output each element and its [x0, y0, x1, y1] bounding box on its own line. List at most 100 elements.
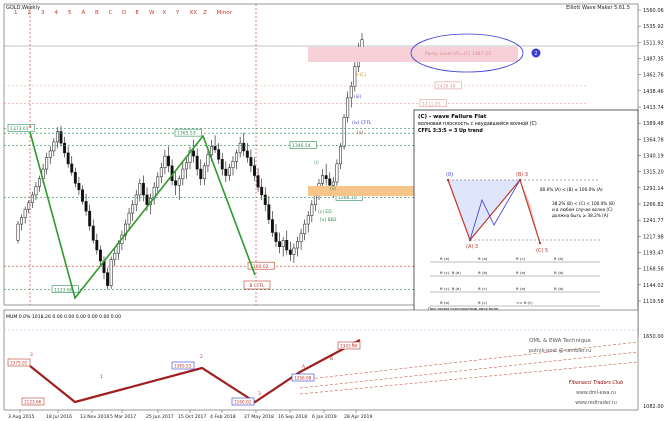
price-tick-label: 1217.98: [643, 234, 664, 240]
price-tick-label: 1291.14: [643, 186, 664, 192]
candle-body: [296, 241, 299, 249]
schematic-rule: 38.2% (B) < (C) < 100.0% (B): [552, 201, 615, 206]
fib-cell: ft (c): [516, 256, 526, 261]
candle-body: [224, 168, 228, 176]
candle-body: [199, 168, 203, 180]
wave-label: a: [28, 124, 31, 130]
wave-degree-label: W: [149, 10, 155, 16]
candle-body: [131, 204, 135, 214]
wave-label: (ii): [330, 186, 336, 192]
sub-panel-title: MUM 0.0% 1018.26 0.00 0.00 0.00 0.00 0.0…: [6, 314, 121, 320]
price-level-label: 1411.05: [422, 101, 441, 107]
symbol-label: GOLD,Weekly: [6, 5, 40, 11]
candle-body: [349, 85, 353, 99]
candle-body: [335, 163, 339, 183]
sub-value-label: 1375.01: [10, 361, 28, 366]
candle-body: [342, 117, 346, 147]
wave-degree-label: Y: [175, 10, 180, 16]
candle-body: [159, 167, 163, 178]
wave-degree-label: 3: [41, 10, 45, 16]
fib-cell: ft (a): [516, 270, 526, 275]
candle-body: [245, 150, 249, 158]
date-tick-label: 5 Mar 2017: [110, 414, 136, 420]
sub-value-label: 1160.02: [234, 400, 252, 405]
candle-body: [30, 194, 34, 203]
candle-body: [109, 259, 113, 286]
date-tick-label: 4 Feb 2018: [210, 414, 236, 420]
schematic-rule: должна быть ≥ 38.2% (A): [552, 213, 609, 218]
schematic-node: [538, 241, 542, 245]
candle-body: [253, 165, 256, 176]
candle-body: [177, 178, 181, 186]
fib-cell: ft (a): [478, 256, 488, 261]
price-tick-label: 1438.46: [643, 89, 664, 95]
info-title: (C) - wave Failure Flat: [418, 114, 487, 120]
date-tick-label: 3 Aug 2015: [8, 414, 35, 420]
candle-body: [210, 146, 213, 156]
candle-body: [163, 155, 167, 169]
candle-body: [63, 142, 67, 154]
wave-degree-label: Minor: [217, 10, 233, 16]
candle-body: [328, 178, 332, 186]
candle-body: [66, 152, 70, 165]
fib-cell: ft (b): [554, 256, 564, 261]
schematic-label: (C) 5: [536, 248, 548, 254]
candle-body: [274, 232, 278, 242]
candle-body: [106, 272, 110, 286]
wave-label: (v): [357, 130, 363, 136]
cffl-label: B CFFL: [249, 283, 265, 289]
wave-degree-label: XX: [190, 10, 198, 16]
sub-scale-label: 1082.00: [643, 404, 664, 410]
schematic-rule: 80.0% (A) < (B) ≤ 100.0% (A): [540, 187, 603, 192]
date-tick-label: 27 May 2018: [244, 414, 274, 420]
price-level-label: 1123.66: [54, 287, 73, 293]
sub-wave-label: B: [330, 356, 333, 362]
candle-body: [73, 172, 77, 184]
price-tick-label: 1144.02: [643, 283, 664, 289]
wave-label: (i): [314, 160, 319, 166]
wave-degree-label: 4: [55, 10, 59, 16]
sub-value-label: 1123.66: [24, 400, 42, 405]
fib-cell: ft (a): [440, 300, 450, 305]
candle-body: [167, 155, 170, 167]
candle-body: [195, 155, 199, 170]
fib-cell: ft (c)- ft (a): [440, 286, 461, 291]
candle-body: [184, 162, 188, 170]
wave-degree-label: Z: [203, 10, 207, 16]
candle-body: [206, 154, 210, 167]
schematic-label: (A) 3: [466, 244, 478, 250]
candle-body: [292, 247, 296, 255]
info-subtitle: волновая плоскость с неудавшейся волной …: [418, 120, 537, 127]
candle-body: [238, 142, 242, 154]
candle-body: [324, 175, 328, 180]
candle-body: [202, 165, 206, 180]
watermark-line: DML & EWA Technique: [529, 338, 591, 344]
candle-body: [48, 150, 52, 158]
date-tick-label: 6 Jan 2019: [312, 414, 337, 420]
date-tick-label: 13 Nov 2016: [80, 414, 109, 420]
price-level-label: 1373.01: [10, 126, 29, 132]
candle-body: [174, 180, 178, 186]
price-chart[interactable]: 1560.061535.921511.921487.351462.761438.…: [0, 0, 670, 421]
candle-body: [267, 204, 271, 220]
fib-cell: ft (c)- ft (a): [440, 270, 461, 275]
date-tick-label: 15 Oct 2017: [178, 414, 206, 420]
wave-degree-label: A: [82, 10, 86, 16]
candle-body: [70, 163, 74, 173]
candle-body: [339, 146, 342, 165]
candle-body: [306, 215, 310, 225]
candle-body: [288, 249, 292, 255]
sub-value-label: 1256.08: [294, 376, 312, 381]
wave-degree-label: X: [163, 10, 167, 16]
price-tick-label: 1340.19: [643, 154, 664, 160]
price-tick-label: 1364.78: [643, 137, 664, 143]
candle-body: [231, 161, 235, 169]
watermark-line: putnik-post @ rambler.ru: [529, 348, 592, 354]
price-tick-label: 1560.06: [643, 8, 664, 14]
wave-degree-label: E: [136, 10, 140, 16]
candle-body: [213, 146, 217, 150]
wave-degree-label: B: [95, 10, 99, 16]
candle-body: [217, 149, 221, 160]
candle-body: [360, 39, 364, 48]
candle-body: [145, 194, 149, 205]
